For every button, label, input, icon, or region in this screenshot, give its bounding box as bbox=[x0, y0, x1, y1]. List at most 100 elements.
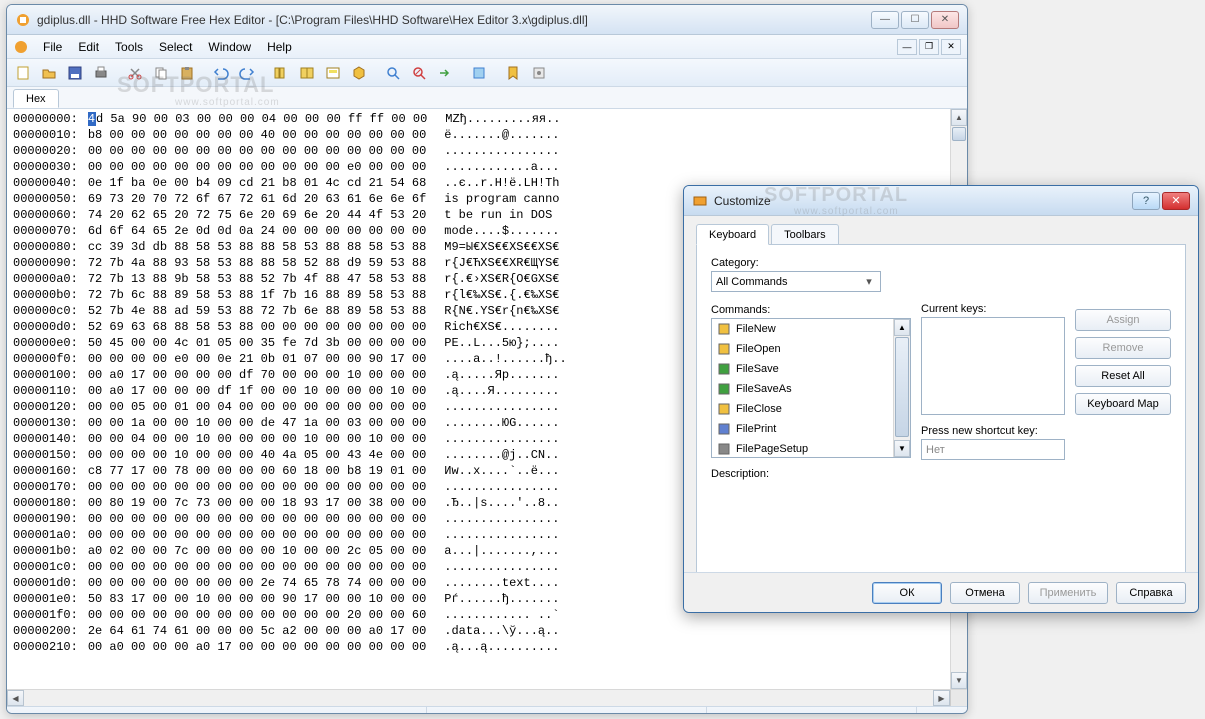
main-titlebar[interactable]: gdiplus.dll - HHD Software Free Hex Edit… bbox=[7, 5, 967, 35]
commands-scroll-up[interactable]: ▲ bbox=[894, 319, 910, 336]
maximize-button[interactable]: ☐ bbox=[901, 11, 929, 29]
category-value: All Commands bbox=[716, 276, 788, 288]
help-button[interactable]: Справка bbox=[1116, 582, 1186, 604]
status-position: Pos. 0x00000000 of 0x0019f200 bbox=[427, 707, 707, 714]
menu-file[interactable]: File bbox=[35, 37, 70, 57]
commands-scroll-thumb[interactable] bbox=[895, 337, 909, 437]
hex-row[interactable]: 00000030:00 00 00 00 00 00 00 00 00 00 0… bbox=[13, 159, 944, 175]
menu-select[interactable]: Select bbox=[151, 37, 200, 57]
mdi-close-button[interactable]: ✕ bbox=[941, 39, 961, 55]
scroll-left-button[interactable]: ◀ bbox=[7, 690, 24, 706]
mdi-minimize-button[interactable]: — bbox=[897, 39, 917, 55]
command-label: FilePrint bbox=[736, 423, 776, 435]
command-icon bbox=[716, 361, 732, 377]
remove-button[interactable]: Remove bbox=[1075, 337, 1171, 359]
command-item[interactable]: FileOpen bbox=[712, 339, 893, 359]
cut-button[interactable] bbox=[123, 62, 147, 84]
menu-tools[interactable]: Tools bbox=[107, 37, 151, 57]
command-item[interactable]: FileClose bbox=[712, 399, 893, 419]
command-icon bbox=[716, 421, 732, 437]
command-item[interactable]: FileSave bbox=[712, 359, 893, 379]
scroll-right-button[interactable]: ▶ bbox=[933, 690, 950, 706]
commands-listbox[interactable]: FileNew FileOpen FileSave FileSaveAs FileClo… bbox=[711, 318, 911, 458]
description-label: Description: bbox=[711, 468, 911, 480]
ok-button[interactable]: ОК bbox=[872, 582, 942, 604]
commands-scrollbar[interactable]: ▲ ▼ bbox=[893, 319, 910, 457]
menu-window[interactable]: Window bbox=[200, 37, 259, 57]
options-button[interactable] bbox=[527, 62, 551, 84]
status-mode: OVR bbox=[917, 707, 967, 714]
view-columns-button[interactable] bbox=[269, 62, 293, 84]
horizontal-scrollbar[interactable]: ◀ ▶ bbox=[7, 689, 967, 706]
hex-row[interactable]: 00000200:2e 64 61 74 61 00 00 00 5c a2 0… bbox=[13, 623, 944, 639]
open-file-button[interactable] bbox=[37, 62, 61, 84]
keyboard-panel: Category: All Commands ▾ Commands: FileN… bbox=[696, 245, 1186, 589]
cancel-button[interactable]: Отмена bbox=[950, 582, 1020, 604]
shortcut-placeholder: Нет bbox=[926, 444, 945, 456]
command-item[interactable]: FilePageSetup bbox=[712, 439, 893, 457]
menubar: File Edit Tools Select Window Help — ❐ ✕ bbox=[7, 35, 967, 59]
toolbar bbox=[7, 59, 967, 87]
redo-button[interactable] bbox=[235, 62, 259, 84]
hex-row[interactable]: 00000010:b8 00 00 00 00 00 00 00 40 00 0… bbox=[13, 127, 944, 143]
dialog-icon bbox=[692, 193, 708, 209]
new-file-button[interactable] bbox=[11, 62, 35, 84]
scrollbar-corner bbox=[950, 690, 967, 706]
command-label: FileSaveAs bbox=[736, 383, 792, 395]
hex-row[interactable]: 00000210:00 a0 00 00 00 a0 17 00 00 00 0… bbox=[13, 639, 944, 655]
command-icon bbox=[716, 441, 732, 457]
undo-button[interactable] bbox=[209, 62, 233, 84]
status-selection: No selection bbox=[707, 707, 917, 714]
menu-help[interactable]: Help bbox=[259, 37, 300, 57]
commands-scroll-down[interactable]: ▼ bbox=[894, 440, 910, 457]
view-3d-button[interactable] bbox=[347, 62, 371, 84]
chevron-down-icon: ▾ bbox=[862, 275, 876, 288]
view-split-button[interactable] bbox=[295, 62, 319, 84]
document-tabs: Hex bbox=[7, 87, 967, 109]
dialog-help-button[interactable]: ? bbox=[1132, 192, 1160, 210]
command-item[interactable]: FileNew bbox=[712, 319, 893, 339]
command-label: FileClose bbox=[736, 403, 782, 415]
view-highlight-button[interactable] bbox=[321, 62, 345, 84]
keyboard-map-button[interactable]: Keyboard Map bbox=[1075, 393, 1171, 415]
customize-dialog: Customize ? ✕ Keyboard Toolbars Category… bbox=[683, 185, 1199, 613]
command-label: FileOpen bbox=[736, 343, 781, 355]
apply-button[interactable]: Применить bbox=[1028, 582, 1108, 604]
tab-hex[interactable]: Hex bbox=[13, 89, 59, 108]
app-icon bbox=[15, 12, 31, 28]
dialog-close-button[interactable]: ✕ bbox=[1162, 192, 1190, 210]
minimize-button[interactable]: — bbox=[871, 11, 899, 29]
scroll-thumb[interactable] bbox=[952, 127, 966, 141]
copy-button[interactable] bbox=[149, 62, 173, 84]
hex-row[interactable]: 00000020:00 00 00 00 00 00 00 00 00 00 0… bbox=[13, 143, 944, 159]
command-icon bbox=[716, 321, 732, 337]
save-button[interactable] bbox=[63, 62, 87, 84]
dialog-titlebar[interactable]: Customize ? ✕ bbox=[684, 186, 1198, 216]
hex-row[interactable]: 00000000:4d 5a 90 00 03 00 00 00 04 00 0… bbox=[13, 111, 944, 127]
select-all-button[interactable] bbox=[467, 62, 491, 84]
menu-edit[interactable]: Edit bbox=[70, 37, 107, 57]
replace-button[interactable] bbox=[407, 62, 431, 84]
mdi-restore-button[interactable]: ❐ bbox=[919, 39, 939, 55]
category-combo[interactable]: All Commands ▾ bbox=[711, 271, 881, 292]
status-ready: Ready bbox=[7, 707, 427, 714]
current-keys-listbox[interactable] bbox=[921, 317, 1065, 415]
goto-button[interactable] bbox=[433, 62, 457, 84]
shortcut-input[interactable]: Нет bbox=[921, 439, 1065, 460]
command-label: FilePageSetup bbox=[736, 443, 808, 455]
print-button[interactable] bbox=[89, 62, 113, 84]
scroll-up-button[interactable]: ▲ bbox=[951, 109, 967, 126]
command-label: FileNew bbox=[736, 323, 776, 335]
command-item[interactable]: FileSaveAs bbox=[712, 379, 893, 399]
assign-button[interactable]: Assign bbox=[1075, 309, 1171, 331]
find-button[interactable] bbox=[381, 62, 405, 84]
tab-toolbars[interactable]: Toolbars bbox=[771, 224, 839, 245]
tab-keyboard[interactable]: Keyboard bbox=[696, 224, 769, 245]
scroll-down-button[interactable]: ▼ bbox=[951, 672, 967, 689]
close-button[interactable]: ✕ bbox=[931, 11, 959, 29]
command-label: FileSave bbox=[736, 363, 779, 375]
paste-button[interactable] bbox=[175, 62, 199, 84]
bookmark-button[interactable] bbox=[501, 62, 525, 84]
reset-all-button[interactable]: Reset All bbox=[1075, 365, 1171, 387]
command-item[interactable]: FilePrint bbox=[712, 419, 893, 439]
